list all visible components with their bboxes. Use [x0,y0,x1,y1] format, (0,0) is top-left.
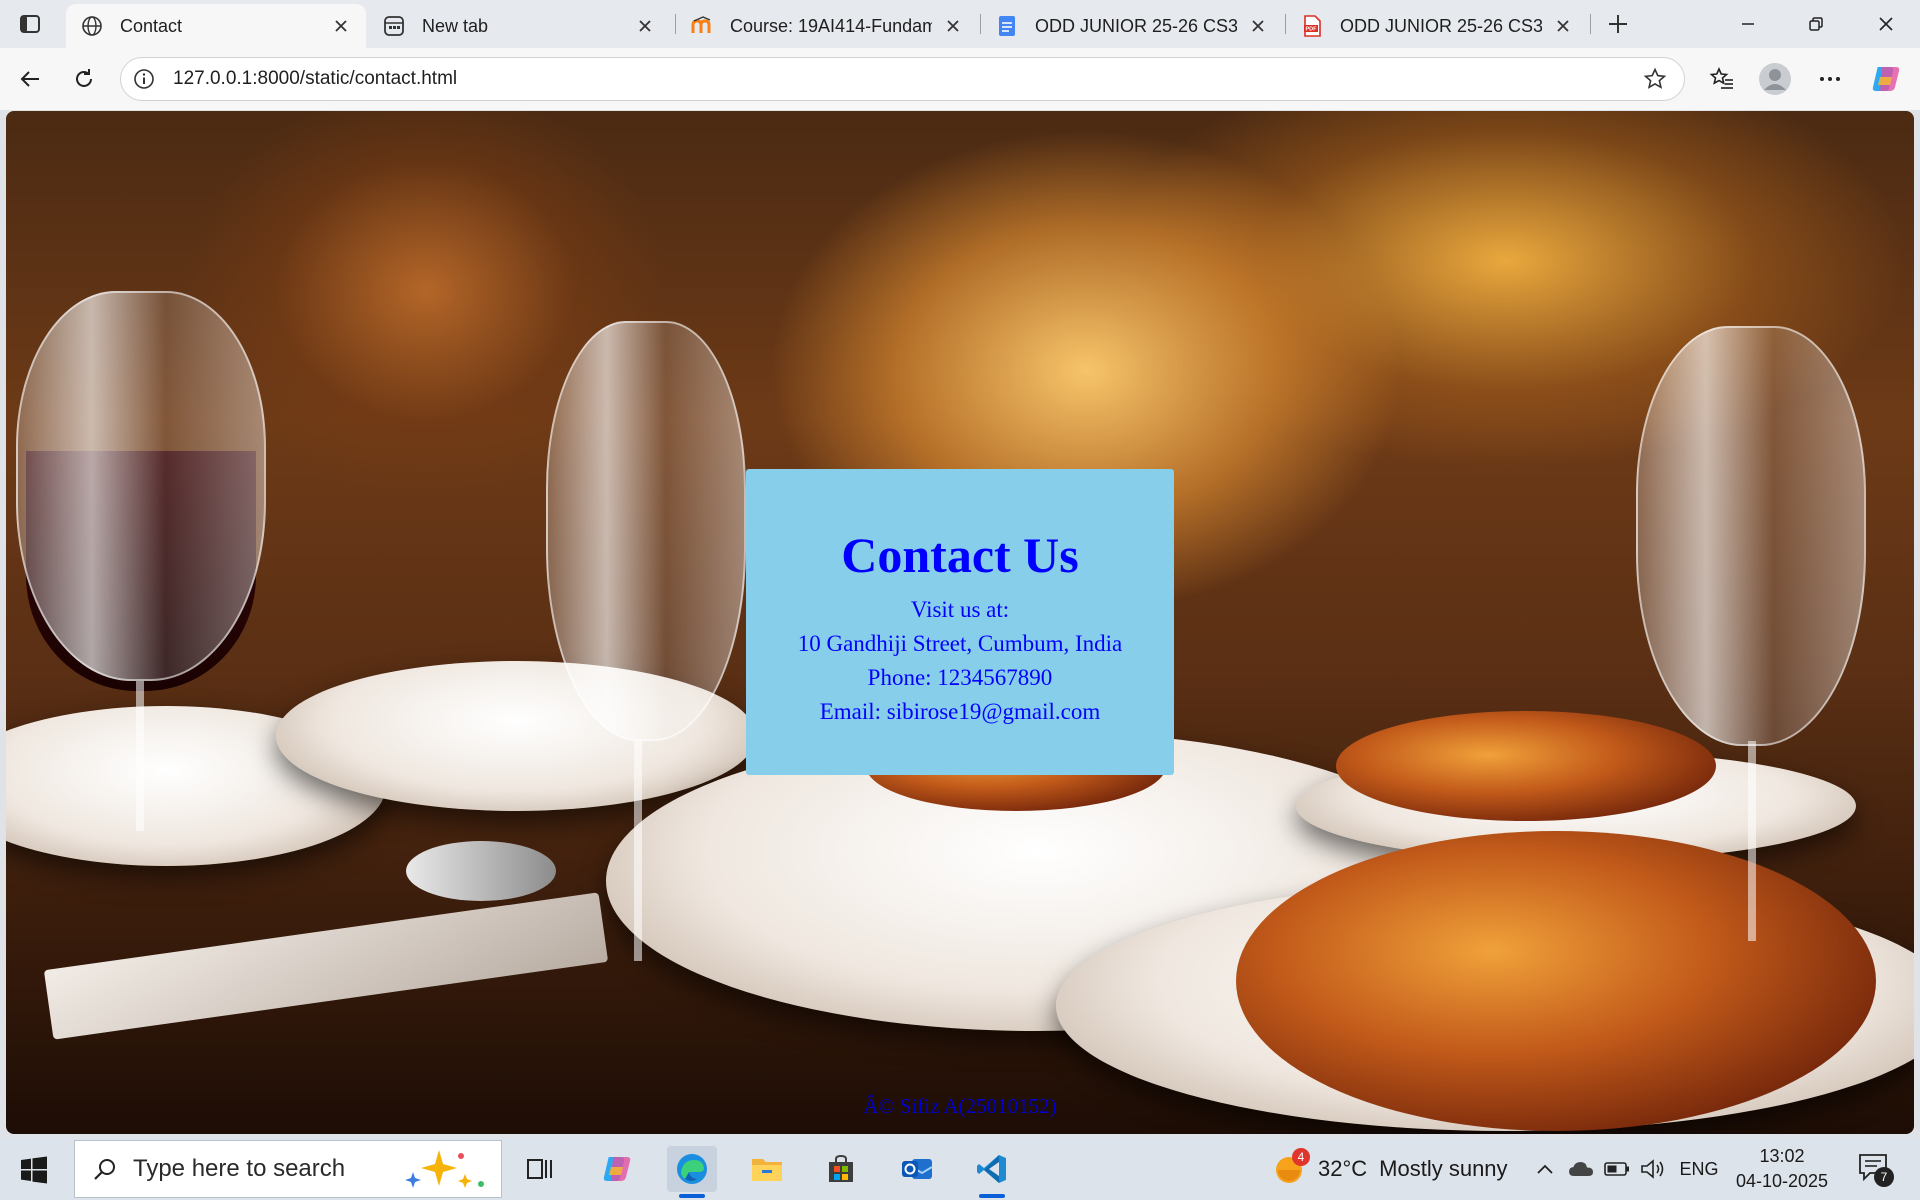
show-hidden-icons-button[interactable] [1532,1152,1558,1186]
battery-tray-button[interactable] [1602,1152,1632,1186]
tab-title: ODD JUNIOR 25-26 CS3410 [1340,15,1542,36]
page-title: Contact Us [841,527,1079,583]
notification-center-icon: 7 [1858,1153,1894,1187]
close-tab-icon[interactable] [634,15,656,37]
search-icon [94,1159,115,1180]
tab-title: ODD JUNIOR 25-26 CS3410 [1035,15,1237,36]
email-text: Email: sibirose19@gmail.com [819,699,1101,724]
store-icon [829,1154,853,1182]
close-tab-icon[interactable] [942,15,964,37]
minimize-icon [1742,23,1754,25]
profile-button[interactable] [1757,61,1793,97]
system-clock[interactable]: 13:02 04-10-2025 [1730,1144,1834,1194]
vscode-icon [977,1155,1006,1183]
clock-time: 13:02 [1759,1146,1805,1166]
weather-badge: 4 [1292,1148,1310,1166]
close-window-button[interactable] [1852,0,1920,48]
copilot-button[interactable] [1868,61,1904,97]
more-dots-icon [1820,77,1840,81]
notification-count-badge: 7 [1874,1167,1894,1187]
favorite-star-icon[interactable] [1640,64,1670,94]
edge-browser-icon [677,1154,707,1184]
address-bar[interactable]: 127.0.0.1:8000/static/contact.html [120,57,1685,101]
address-text: 10 Gandhiji Street, Cumbum, India [797,631,1123,656]
task-view-icon [527,1159,552,1179]
globe-icon [80,14,104,38]
tab-title: Course: 19AI414-Fundamentals [730,15,932,36]
edge-taskbar-button[interactable] [667,1146,717,1198]
copilot-icon [1872,67,1900,91]
weather-temperature: 32°C [1318,1156,1368,1181]
refresh-icon [76,69,92,87]
tab-new-tab[interactable]: New tab [368,4,670,48]
page-viewport: Contact Us Visit us at: 10 Gandhiji Stre… [6,111,1914,1134]
contact-card: Contact Us Visit us at: 10 Gandhiji Stre… [746,469,1174,775]
favorites-button[interactable] [1704,61,1740,97]
windows-logo-icon [21,1156,47,1184]
notifications-button[interactable]: 7 [1852,1148,1896,1188]
chevron-up-icon [1537,1164,1553,1174]
speaker-icon [1641,1159,1664,1179]
microsoft-store-taskbar-button[interactable] [816,1146,866,1192]
close-tab-icon[interactable] [1247,15,1269,37]
tab-pdf[interactable]: PDF ODD JUNIOR 25-26 CS3410 [1286,4,1588,48]
outlook-icon [902,1159,933,1179]
restore-button[interactable] [1782,0,1850,48]
site-info-icon[interactable] [131,66,157,92]
vscode-taskbar-button[interactable] [967,1146,1017,1198]
tab-contact[interactable]: Contact [66,4,366,48]
task-view-button[interactable] [515,1146,565,1192]
tab-actions-icon [20,15,40,33]
back-button[interactable] [12,61,48,97]
windows-taskbar: Type here to search 4 32°C Mostly sunny [0,1138,1920,1200]
folder-icon [752,1159,782,1181]
taskbar-search-box[interactable]: Type here to search [74,1140,502,1198]
avatar-icon [1759,63,1791,95]
tab-docs[interactable]: ODD JUNIOR 25-26 CS3410 [981,4,1283,48]
url-text[interactable]: 127.0.0.1:8000/static/contact.html [173,68,1640,90]
copilot-icon [603,1157,631,1181]
file-explorer-taskbar-button[interactable] [742,1146,792,1192]
weather-widget[interactable]: 4 32°C Mostly sunny [1274,1148,1508,1186]
tab-title: Contact [120,15,183,36]
search-placeholder: Type here to search [133,1155,346,1182]
more-options-button[interactable] [1812,61,1848,97]
minimize-button[interactable] [1714,0,1782,48]
plus-icon [1609,15,1627,33]
refresh-button[interactable] [66,61,102,97]
volume-tray-button[interactable] [1638,1152,1668,1186]
new-tab-page-icon [382,14,406,38]
outlook-taskbar-button[interactable] [892,1146,942,1192]
search-highlight-sparkle-icon [405,1150,484,1188]
google-docs-icon [995,14,1019,38]
phone-text: Phone: 1234567890 [867,665,1053,690]
weather-sun-icon: 4 [1274,1148,1310,1186]
language-indicator[interactable]: ENG [1676,1152,1722,1186]
start-button[interactable] [14,1150,54,1190]
tab-course[interactable]: Course: 19AI414-Fundamentals [676,4,978,48]
battery-icon [1604,1162,1629,1176]
new-tab-button[interactable] [1600,6,1636,42]
browser-toolbar: 127.0.0.1:8000/static/contact.html [0,48,1920,110]
copilot-taskbar-button[interactable] [592,1146,642,1192]
tab-title: New tab [422,15,489,36]
close-icon [1879,17,1893,31]
close-tab-icon[interactable] [1552,15,1574,37]
onedrive-tray-button[interactable] [1566,1152,1596,1186]
visit-label: Visit us at: [910,597,1010,622]
restore-icon [1809,17,1823,31]
favorites-list-icon [1709,67,1733,89]
back-arrow-icon [20,71,39,87]
cloud-icon [1569,1162,1593,1176]
close-tab-icon[interactable] [330,15,352,37]
tab-separator [1590,14,1591,34]
weather-condition: Mostly sunny [1379,1156,1508,1181]
svg-text:PDF: PDF [1306,27,1318,33]
tab-strip: Contact New tab Course: 19AI414-Fundamen… [0,0,1920,48]
clock-date: 04-10-2025 [1735,1171,1829,1191]
tab-actions-button[interactable] [6,7,54,41]
pdf-icon: PDF [1300,14,1324,38]
page-footer: Â© Sifiz A(25010152) [863,1094,1057,1118]
moodle-icon [690,14,714,38]
